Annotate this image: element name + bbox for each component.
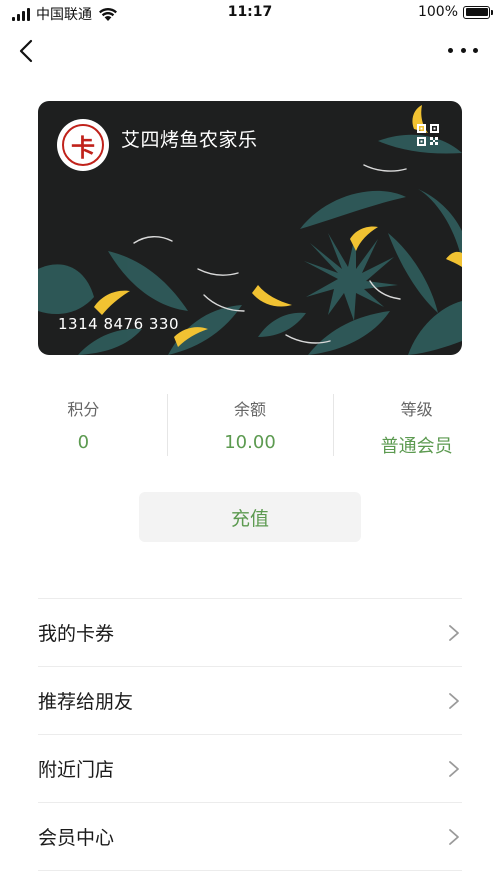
menu-item-nearby-stores[interactable]: 附近门店 [38, 735, 462, 803]
stat-label: 余额 [234, 400, 267, 419]
menu-item-label: 我的卡券 [38, 623, 115, 645]
stat-points[interactable]: 积分 0 [0, 392, 167, 462]
chevron-right-icon [449, 624, 459, 641]
stat-value: 0 [77, 432, 90, 453]
status-right: 100% [417, 4, 493, 20]
battery-icon [463, 5, 493, 19]
back-button[interactable] [14, 38, 40, 64]
chevron-right-icon [449, 828, 459, 845]
stat-label: 积分 [67, 400, 100, 419]
stat-label: 等级 [400, 400, 433, 419]
chevron-right-icon [449, 760, 459, 777]
logo-char: 卡 [62, 124, 104, 166]
member-stats: 积分 0 余额 10.00 等级 普通会员 [0, 392, 500, 462]
membership-card[interactable]: 卡 艾四烤鱼农家乐 1314 8476 330 [38, 101, 462, 355]
menu-list: 我的卡券 推荐给朋友 附近门店 会员中心 [38, 598, 462, 871]
menu-item-my-coupons[interactable]: 我的卡券 [38, 599, 462, 667]
menu-item-label: 附近门店 [38, 759, 115, 781]
store-logo: 卡 [57, 119, 109, 171]
card-number: 1314 8476 330 [58, 315, 180, 333]
stat-value: 10.00 [224, 432, 276, 453]
status-bar: 中国联通 11:17 100% [0, 0, 500, 28]
more-dots-icon [448, 47, 453, 53]
battery-percent: 100% [417, 4, 458, 20]
menu-item-recommend[interactable]: 推荐给朋友 [38, 667, 462, 735]
menu-item-label: 推荐给朋友 [38, 691, 134, 713]
qr-code-icon[interactable] [416, 123, 440, 147]
more-button[interactable] [448, 40, 478, 60]
chevron-right-icon [449, 692, 459, 709]
stat-value: 普通会员 [380, 436, 453, 457]
recharge-button[interactable]: 充值 [139, 492, 361, 542]
menu-item-member-center[interactable]: 会员中心 [38, 803, 462, 871]
menu-item-label: 会员中心 [38, 827, 115, 849]
stat-balance[interactable]: 余额 10.00 [166, 392, 334, 462]
store-name: 艾四烤鱼农家乐 [121, 129, 258, 151]
stat-level[interactable]: 等级 普通会员 [333, 392, 500, 462]
